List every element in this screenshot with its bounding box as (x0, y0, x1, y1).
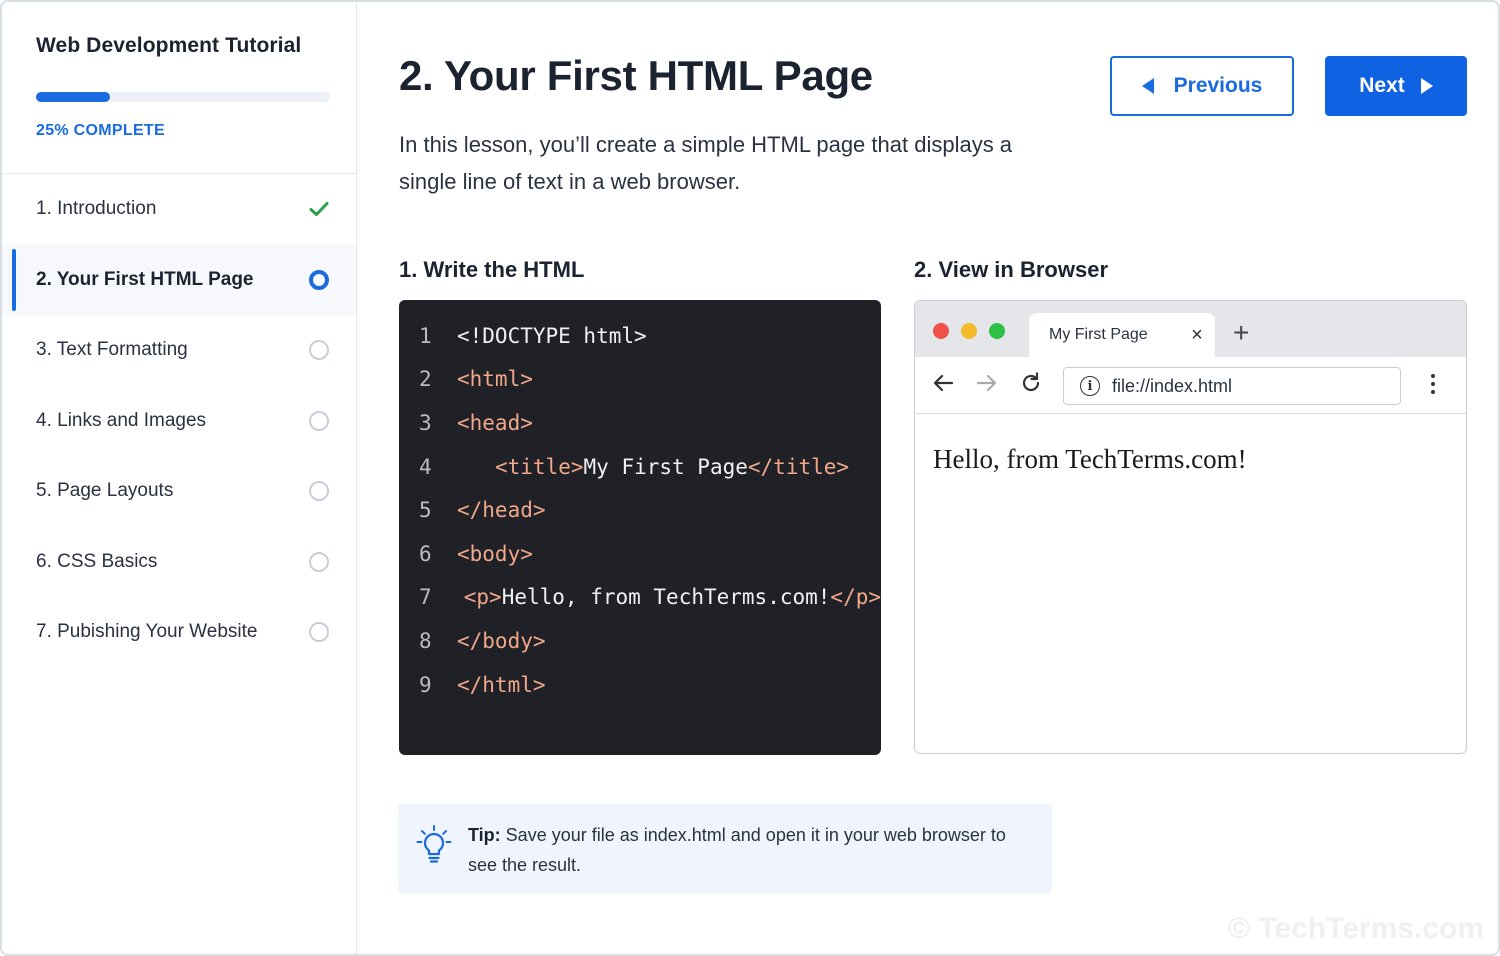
line-number: 2 (419, 367, 432, 392)
lesson-intro: In this lesson, you’ll create a simple H… (399, 132, 1013, 194)
progress-fill (36, 92, 110, 102)
lesson-label: 2. Your First HTML Page (36, 268, 254, 290)
empty-ring-icon (308, 339, 330, 361)
lesson-content: 2. Your First HTML Page In this lesson, … (358, 2, 1498, 954)
previous-button[interactable]: Previous (1110, 56, 1294, 116)
code-line: 3 <head> (399, 401, 881, 445)
lesson-label: 7. Pubishing Your Website (36, 621, 258, 643)
lesson-label: 4. Links and Images (36, 409, 207, 431)
lesson-label: 3. Text Formatting (36, 339, 188, 361)
empty-ring-icon (308, 410, 330, 432)
next-label: Next (1359, 74, 1405, 97)
lesson-item-css-basics[interactable]: 6. CSS Basics (2, 527, 356, 598)
forward-arrow-icon[interactable] (975, 371, 999, 402)
line-number: 5 (419, 498, 432, 523)
tip-box: Tip: Save your file as index.html and op… (398, 804, 1052, 894)
code-tag: <title> (495, 454, 584, 479)
maximize-dot-icon (989, 323, 1005, 339)
code-text: <!DOCTYPE html> (457, 323, 647, 348)
course-title: Web Development Tutorial (36, 34, 302, 57)
browser-toolbar: i file://index.html (915, 357, 1466, 414)
code-tag: </title> (747, 454, 850, 479)
tip-label: Tip: (468, 825, 501, 845)
lesson-label: 5. Page Layouts (36, 480, 174, 502)
line-number: 9 (419, 672, 432, 697)
code-tag: </p> (830, 585, 881, 610)
close-icon[interactable]: × (1179, 324, 1215, 347)
watermark: © TechTerms.com (1227, 912, 1484, 945)
step2-title: 2. View in Browser (914, 257, 1109, 282)
reload-icon[interactable] (1019, 371, 1043, 402)
tip-body: Save your file as index.html and open it… (468, 825, 1006, 875)
lesson-item-first-html-page[interactable]: 2. Your First HTML Page (2, 244, 356, 315)
tab-title: My First Page (1049, 326, 1148, 343)
code-line: 4 <title> My First Page </title> (399, 445, 881, 489)
kebab-menu-icon[interactable] (1423, 370, 1443, 400)
empty-ring-icon (308, 551, 330, 573)
lesson-item-introduction[interactable]: 1. Introduction (2, 174, 356, 245)
info-icon: i (1080, 376, 1100, 396)
arrow-left-icon (1141, 78, 1154, 94)
code-tag: </head> (457, 498, 546, 523)
line-number: 1 (419, 323, 432, 348)
lesson-item-text-formatting[interactable]: 3. Text Formatting (2, 315, 356, 386)
code-line: 2 <html> (399, 358, 881, 402)
lesson-label: 1. Introduction (36, 198, 157, 220)
lesson-item-publishing[interactable]: 7. Pubishing Your Website (2, 597, 356, 668)
code-tag: </html> (457, 672, 546, 697)
empty-ring-icon (308, 480, 330, 502)
app-window: Web Development Tutorial 25% COMPLETE 1.… (0, 0, 1500, 956)
code-tag: <head> (457, 410, 533, 435)
code-tag: <p> (463, 585, 502, 610)
back-arrow-icon[interactable] (931, 371, 955, 402)
code-tag: </body> (457, 628, 546, 653)
code-text: My First Page (583, 454, 748, 479)
lesson-list: 1. Introduction 2. Your First HTML Page … (2, 174, 356, 668)
url-text: file://index.html (1112, 375, 1233, 396)
sidebar: Web Development Tutorial 25% COMPLETE 1.… (2, 2, 357, 954)
code-line: 8 </body> (399, 619, 881, 663)
line-number: 3 (419, 410, 432, 435)
progress-label: 25% COMPLETE (36, 122, 165, 139)
line-number: 8 (419, 628, 432, 653)
next-button[interactable]: Next (1325, 56, 1467, 116)
browser-tab[interactable]: My First Page × (1029, 313, 1215, 357)
minimize-dot-icon (961, 323, 977, 339)
progress-bar (36, 92, 330, 102)
code-block: 1 <!DOCTYPE html> 2 <html> 3 <head> 4 <t… (399, 300, 881, 755)
code-line: 1 <!DOCTYPE html> (399, 314, 881, 358)
empty-ring-icon (308, 621, 330, 643)
previous-label: Previous (1173, 74, 1263, 97)
new-tab-icon[interactable]: + (1233, 315, 1249, 351)
code-line: 7 <p> Hello, from TechTerms.com! </p> (399, 576, 881, 620)
browser-mockup: My First Page × + i file://index.html He… (914, 300, 1467, 754)
code-line: 5 </head> (399, 488, 881, 532)
line-number: 7 (419, 585, 432, 610)
page-title: 2. Your First HTML Page (399, 52, 873, 99)
lesson-label: 6. CSS Basics (36, 550, 158, 572)
lesson-item-page-layouts[interactable]: 5. Page Layouts (2, 456, 356, 527)
lesson-item-links-images[interactable]: 4. Links and Images (2, 386, 356, 457)
address-bar[interactable]: i file://index.html (1063, 367, 1401, 405)
code-line: 6 <body> (399, 532, 881, 576)
line-number: 6 (419, 541, 432, 566)
arrow-right-icon (1420, 78, 1433, 94)
active-ring-icon (308, 269, 330, 291)
lightbulb-icon (416, 824, 452, 871)
check-icon (308, 198, 330, 220)
code-line: 9 </html> (399, 663, 881, 707)
close-dot-icon (933, 323, 949, 339)
browser-page-text: Hello, from TechTerms.com! (933, 444, 1247, 474)
browser-tab-bar: My First Page × + (915, 301, 1466, 357)
code-tag: <body> (457, 541, 533, 566)
tip-text: Tip: Save your file as index.html and op… (468, 820, 1028, 880)
step1-title: 1. Write the HTML (399, 257, 585, 282)
line-number: 4 (419, 454, 432, 479)
code-text: Hello, from TechTerms.com! (501, 585, 831, 610)
sidebar-header: Web Development Tutorial 25% COMPLETE (2, 2, 356, 174)
code-tag: <html> (457, 367, 533, 392)
